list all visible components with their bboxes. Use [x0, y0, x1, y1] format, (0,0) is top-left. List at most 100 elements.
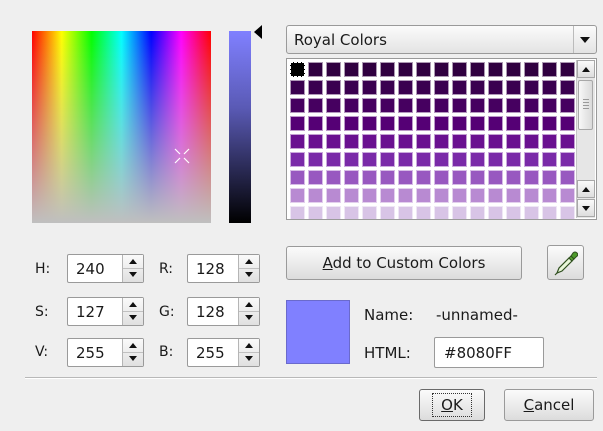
value-spinbox[interactable]: 255	[67, 338, 144, 367]
red-spinbox[interactable]: 128	[187, 254, 260, 283]
color-swatch[interactable]	[560, 206, 575, 219]
scroll-up-icon[interactable]	[577, 180, 595, 198]
spin-down-icon[interactable]	[123, 311, 143, 324]
color-swatch[interactable]	[290, 134, 305, 149]
palette-scrollbar[interactable]	[576, 60, 595, 218]
color-swatch[interactable]	[398, 98, 413, 113]
color-swatch[interactable]	[344, 80, 359, 95]
swatch-cells[interactable]	[290, 62, 578, 219]
cancel-button[interactable]: Cancel	[504, 389, 594, 421]
color-swatch[interactable]	[488, 188, 503, 203]
color-swatch[interactable]	[542, 62, 557, 77]
color-swatch[interactable]	[506, 188, 521, 203]
color-swatch[interactable]	[362, 98, 377, 113]
color-swatch[interactable]	[344, 62, 359, 77]
color-swatch[interactable]	[524, 188, 539, 203]
spin-up-icon[interactable]	[123, 298, 143, 312]
color-swatch[interactable]	[524, 62, 539, 77]
color-swatch[interactable]	[524, 116, 539, 131]
color-swatch[interactable]	[326, 62, 341, 77]
color-swatch[interactable]	[542, 170, 557, 185]
ok-button[interactable]: OK	[419, 389, 485, 421]
color-swatch[interactable]	[434, 62, 449, 77]
eyedropper-button[interactable]	[547, 245, 584, 280]
palette-swatch-grid[interactable]	[286, 58, 597, 220]
color-swatch[interactable]	[398, 206, 413, 219]
color-swatch[interactable]	[326, 188, 341, 203]
color-swatch[interactable]	[488, 134, 503, 149]
color-swatch[interactable]	[398, 188, 413, 203]
spin-down-icon[interactable]	[239, 352, 259, 365]
color-swatch[interactable]	[344, 134, 359, 149]
color-swatch[interactable]	[380, 80, 395, 95]
color-swatch[interactable]	[308, 116, 323, 131]
color-swatch[interactable]	[506, 62, 521, 77]
color-swatch[interactable]	[290, 98, 305, 113]
color-swatch[interactable]	[308, 62, 323, 77]
color-swatch[interactable]	[380, 98, 395, 113]
color-swatch[interactable]	[380, 62, 395, 77]
color-swatch[interactable]	[542, 80, 557, 95]
spin-down-icon[interactable]	[239, 268, 259, 281]
color-swatch[interactable]	[362, 152, 377, 167]
color-swatch[interactable]	[362, 134, 377, 149]
red-spin-buttons[interactable]	[238, 255, 259, 282]
color-swatch[interactable]	[290, 80, 305, 95]
color-swatch[interactable]	[416, 206, 431, 219]
spin-down-icon[interactable]	[123, 352, 143, 365]
color-swatch[interactable]	[452, 170, 467, 185]
color-swatch[interactable]	[470, 134, 485, 149]
spin-up-icon[interactable]	[239, 255, 259, 269]
color-swatch[interactable]	[470, 62, 485, 77]
color-swatch[interactable]	[416, 170, 431, 185]
color-swatch[interactable]	[398, 152, 413, 167]
scrollbar-thumb[interactable]	[578, 80, 593, 130]
color-swatch[interactable]	[506, 80, 521, 95]
color-swatch[interactable]	[434, 134, 449, 149]
value-slider-marker-icon[interactable]	[254, 25, 262, 39]
color-swatch[interactable]	[344, 188, 359, 203]
spin-down-icon[interactable]	[239, 311, 259, 324]
color-swatch[interactable]	[488, 206, 503, 219]
color-swatch[interactable]	[380, 188, 395, 203]
hue-saturation-field[interactable]	[32, 31, 211, 223]
color-swatch[interactable]	[344, 98, 359, 113]
value-slider[interactable]	[229, 31, 251, 223]
color-swatch[interactable]	[488, 62, 503, 77]
spin-up-icon[interactable]	[239, 339, 259, 353]
color-swatch[interactable]	[452, 152, 467, 167]
spin-up-icon[interactable]	[239, 298, 259, 312]
palette-select[interactable]: Royal Colors	[286, 25, 597, 54]
color-swatch[interactable]	[452, 80, 467, 95]
color-swatch[interactable]	[326, 98, 341, 113]
color-swatch[interactable]	[506, 134, 521, 149]
blue-spin-buttons[interactable]	[238, 339, 259, 366]
color-swatch[interactable]	[488, 98, 503, 113]
color-swatch[interactable]	[488, 80, 503, 95]
color-swatch[interactable]	[344, 116, 359, 131]
color-swatch[interactable]	[542, 152, 557, 167]
color-swatch[interactable]	[452, 188, 467, 203]
color-swatch[interactable]	[344, 170, 359, 185]
green-spinbox[interactable]: 128	[187, 297, 260, 326]
color-swatch[interactable]	[524, 206, 539, 219]
color-swatch[interactable]	[380, 152, 395, 167]
color-swatch[interactable]	[362, 170, 377, 185]
color-swatch[interactable]	[380, 134, 395, 149]
color-swatch[interactable]	[542, 116, 557, 131]
hue-spinbox[interactable]: 240	[67, 254, 144, 283]
color-swatch[interactable]	[560, 170, 575, 185]
color-swatch[interactable]	[560, 152, 575, 167]
value-spin-buttons[interactable]	[122, 339, 143, 366]
add-to-custom-colors-button[interactable]: Add to Custom Colors	[286, 246, 522, 280]
color-swatch[interactable]	[308, 170, 323, 185]
color-swatch[interactable]	[470, 152, 485, 167]
color-swatch[interactable]	[524, 80, 539, 95]
color-swatch[interactable]	[416, 134, 431, 149]
color-swatch[interactable]	[398, 170, 413, 185]
color-swatch[interactable]	[380, 116, 395, 131]
selected-color-swatch[interactable]	[290, 62, 305, 77]
color-swatch[interactable]	[362, 62, 377, 77]
color-swatch[interactable]	[434, 188, 449, 203]
color-swatch[interactable]	[506, 152, 521, 167]
